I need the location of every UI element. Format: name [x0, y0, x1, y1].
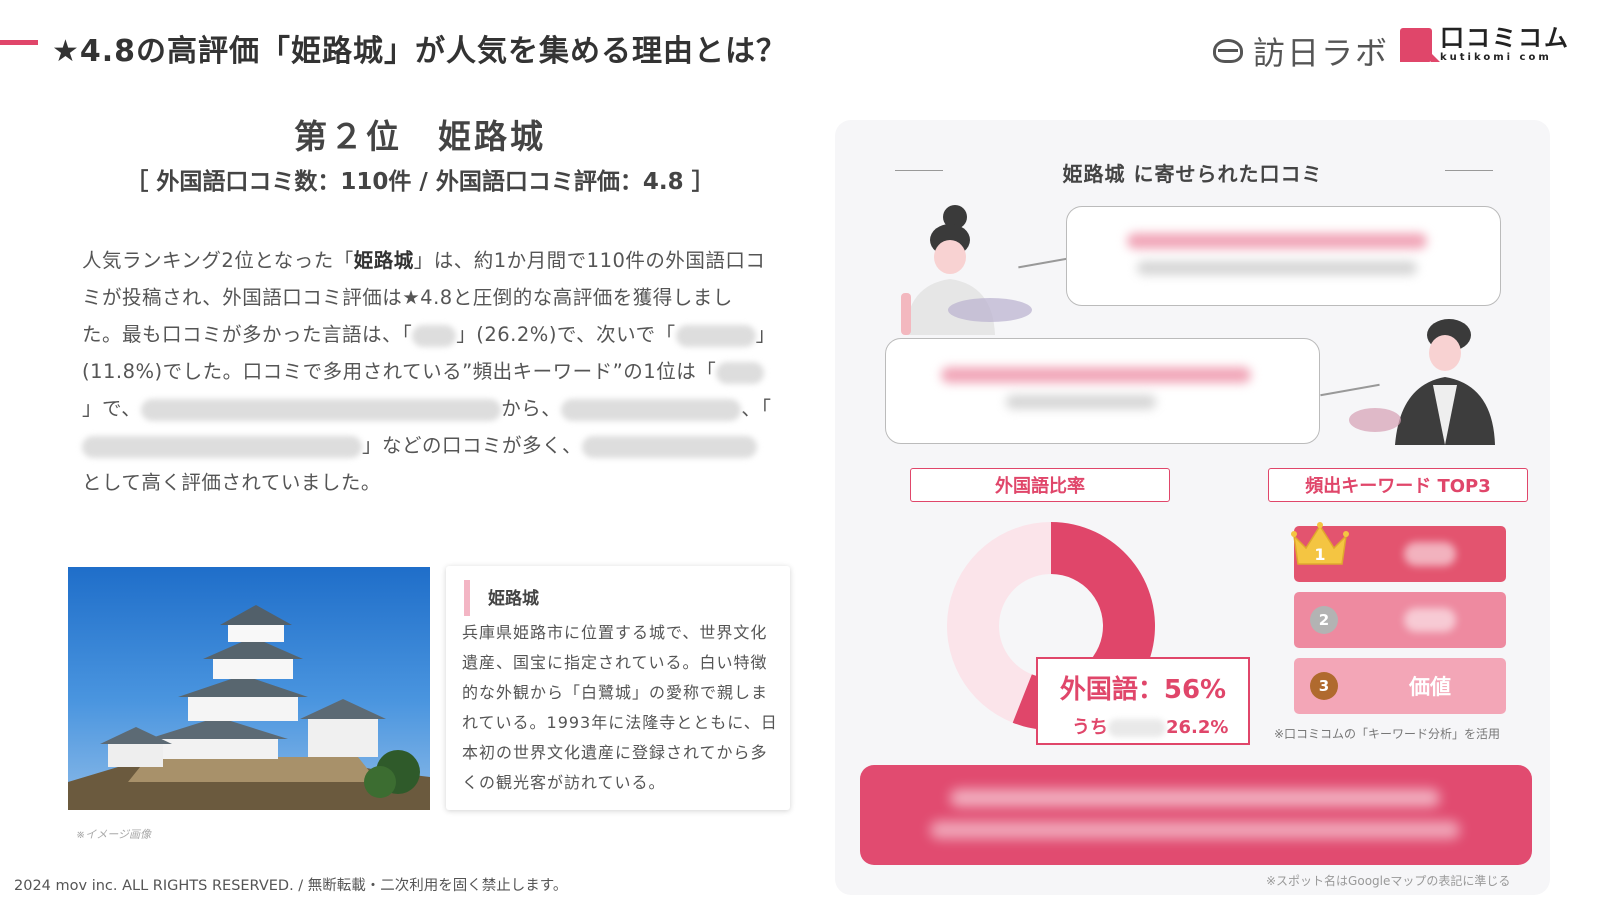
body-text-segment: 」で、: [82, 397, 142, 420]
rank-title: 第２位 姫路城: [294, 117, 546, 156]
redacted-text: [675, 324, 756, 347]
houjin-labo-logo-icon: [1213, 39, 1243, 63]
body-text-segment: から、: [501, 397, 562, 420]
rank-subtitle: ［ 外国語口コミ数：110件 / 外国語口コミ評価：4.8 ］: [125, 169, 715, 195]
redacted-review-text: [1006, 395, 1156, 409]
crown-icon: 1: [1291, 522, 1349, 565]
keyword-rank-1-number: 1: [1314, 545, 1325, 564]
keyword-rank-2-number: 2: [1310, 606, 1338, 634]
keyword-rank-3-label: 価値: [1409, 675, 1451, 699]
top-language-prefix: うち: [1072, 717, 1108, 738]
review-bubble-1: [1066, 206, 1501, 306]
info-card-accent: [464, 580, 470, 616]
keyword-rank-1-label: [1354, 526, 1506, 582]
redacted-text: [561, 398, 742, 421]
keyword-rank-2-label: [1354, 592, 1506, 648]
info-card-body: 兵庫県姫路市に位置する城で、世界文化遺産、国宝に指定されている。白い特徴的な外観…: [462, 623, 778, 792]
keyword-analysis-note: ※口コミコムの「キーワード分析」を活用: [1274, 727, 1501, 741]
redacted-text: [412, 324, 457, 347]
body-text-segment: 」(26.2%)で、次いで「: [456, 323, 676, 346]
body-text-segment: 人気ランキング2位となった「: [82, 249, 354, 272]
page-title: ★4.8の高評価「姫路城」が人気を集める理由とは？: [52, 34, 788, 69]
redacted-text: [716, 361, 765, 384]
info-card: 姫路城 兵庫県姫路市に位置する城で、世界文化遺産、国宝に指定されている。白い特徴…: [446, 566, 790, 810]
redacted-keyword: [1404, 608, 1456, 632]
redacted-summary-text: [930, 821, 1460, 839]
houjin-labo-logo-text: 訪日ラボ: [1253, 34, 1390, 72]
kutikomi-logo-en: kutikomi com: [1440, 52, 1552, 63]
photo-caption-note: ※イメージ画像: [76, 828, 151, 841]
reviewer-woman-icon: [901, 205, 1032, 335]
redacted-summary-text: [950, 789, 1440, 807]
reviewer-man-icon: [1349, 319, 1495, 445]
himeji-castle-photo: [68, 567, 430, 810]
redacted-text: [582, 435, 758, 458]
body-text-segment: として高く評価されていました。: [82, 471, 381, 494]
kutikomi-com-logo: 口コミコム kutikomi com: [1400, 26, 1570, 63]
foreign-ratio-label: 外国語比率: [910, 468, 1170, 502]
reviews-heading: 姫路城 に寄せられた口コミ: [1062, 162, 1323, 186]
body-text-bold: 姫路城: [353, 249, 414, 272]
review-bubble-2: [885, 338, 1320, 444]
spot-name-note: ※スポット名はGoogleマップの表記に準じる: [1266, 874, 1511, 888]
redacted-keyword: [1404, 542, 1456, 566]
keyword-rank-3-number: 3: [1310, 672, 1338, 700]
keyword-rank-2: 2: [1294, 592, 1506, 648]
speech-bubble-icon: [1400, 27, 1440, 62]
redacted-language: [1108, 719, 1166, 737]
kutikomi-logo-jp: 口コミコム: [1440, 24, 1570, 52]
redacted-review-text: [1127, 233, 1427, 249]
summary-banner: [860, 765, 1532, 865]
description-paragraph: 人気ランキング2位となった「姫路城」は、約1か月間で110件の外国語口コミが投稿…: [82, 242, 772, 501]
keyword-rank-3: 3 価値: [1294, 658, 1506, 714]
redacted-text: [141, 398, 502, 421]
body-text-segment: 」などの口コミが多く、: [362, 434, 583, 457]
foreign-ratio-stat-box: 外国語：56% うち 26.2%: [1036, 657, 1250, 745]
foreign-ratio-value: 外国語：56%: [1059, 675, 1227, 705]
title-accent-bar: [0, 40, 38, 45]
redacted-review-text: [941, 367, 1251, 383]
top-language-percent: 26.2%: [1166, 717, 1229, 738]
footer-copyright: 2024 mov inc. ALL RIGHTS RESERVED. / 無断転…: [14, 878, 568, 894]
houjin-labo-logo: 訪日ラボ: [1213, 28, 1389, 74]
info-card-title: 姫路城: [488, 589, 539, 609]
top-keywords-label: 頻出キーワード TOP3: [1268, 468, 1528, 502]
top-language-share: うち 26.2%: [1072, 713, 1228, 739]
redacted-text: [82, 435, 362, 458]
castle-illustration: [68, 605, 430, 810]
body-text-segment: 、「: [741, 397, 772, 420]
keyword-rank-1: 1: [1291, 522, 1506, 582]
redacted-review-text: [1137, 261, 1417, 275]
